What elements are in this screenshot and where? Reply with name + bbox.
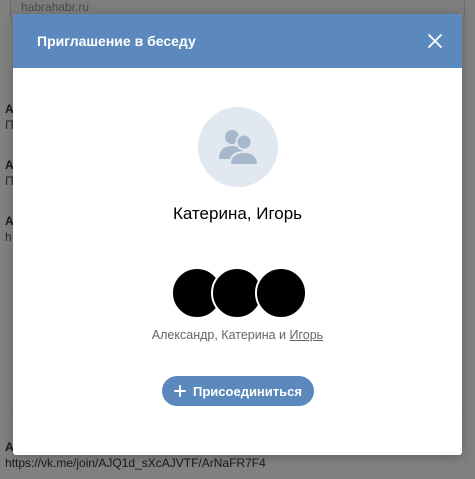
member-avatar[interactable] [255,267,307,319]
members-names: Александр, Катерина и [151,328,290,342]
group-users-icon [219,130,260,166]
close-icon [428,34,442,48]
dialog-title: Приглашение в беседу [37,33,196,49]
close-button[interactable] [424,30,446,52]
invite-dialog: Приглашение в беседу Катерина, Игорь Але… [13,14,462,455]
dialog-header: Приглашение в беседу [13,14,462,68]
background-invite-link: https://vk.me/join/AJQ1d_sXcAJVTF/ArNaFR… [5,456,266,470]
member-link[interactable]: Игорь [290,328,324,342]
member-avatars [171,267,307,319]
plus-icon [174,385,187,397]
chat-name: Катерина, Игорь [172,204,303,223]
background-message-text: h [5,230,12,244]
join-button-label: Присоединиться [193,383,302,399]
join-button[interactable]: Присоединиться [162,376,314,406]
group-avatar [198,107,278,187]
members-list: Александр, Катерина и Игорь [13,328,462,342]
